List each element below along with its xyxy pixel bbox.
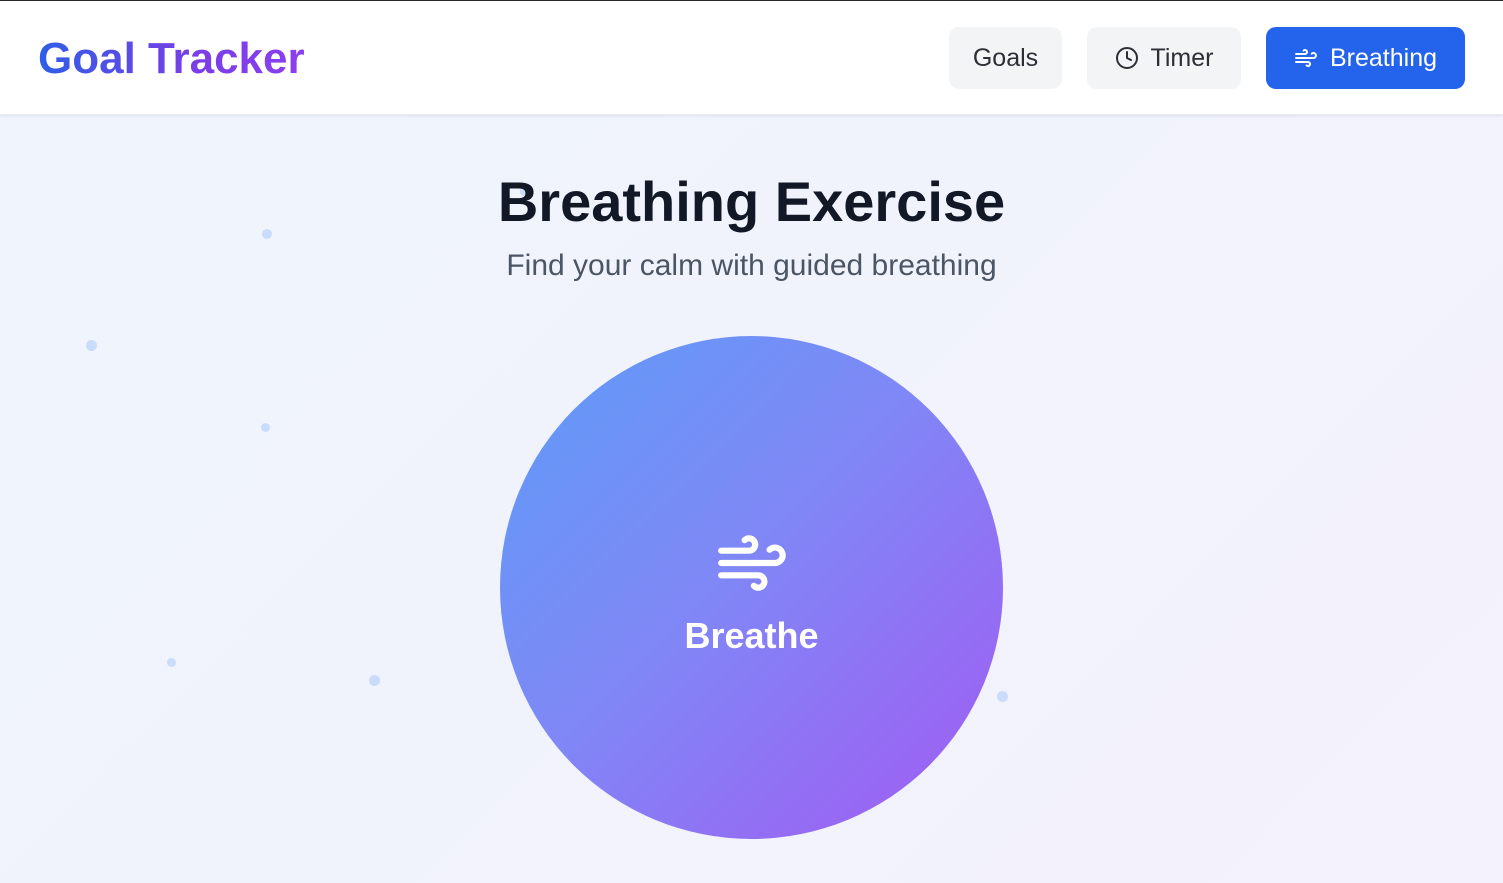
nav-timer-button[interactable]: Timer — [1087, 27, 1241, 89]
page-subtitle: Find your calm with guided breathing — [506, 249, 997, 282]
top-navbar: Goal Tracker Goals Timer Breathing — [0, 1, 1503, 115]
decorative-dot — [369, 675, 380, 686]
app-logo-title[interactable]: Goal Tracker — [38, 31, 305, 87]
nav-timer-label: Timer — [1150, 43, 1214, 72]
decorative-dot — [167, 658, 176, 667]
decorative-dot — [261, 423, 270, 432]
decorative-dot — [997, 691, 1008, 702]
nav-breathing-button[interactable]: Breathing — [1266, 27, 1465, 89]
breathe-label: Breathe — [684, 615, 819, 656]
nav-goals-label: Goals — [972, 43, 1039, 72]
wind-icon — [715, 526, 789, 605]
nav-goals-button[interactable]: Goals — [949, 27, 1062, 89]
clock-icon — [1115, 46, 1139, 70]
page-title: Breathing Exercise — [497, 170, 1006, 233]
breathe-circle-button[interactable]: Breathe — [500, 336, 1003, 839]
nav-breathing-label: Breathing — [1329, 43, 1438, 72]
decorative-dot — [86, 340, 97, 351]
wind-icon — [1294, 46, 1318, 70]
